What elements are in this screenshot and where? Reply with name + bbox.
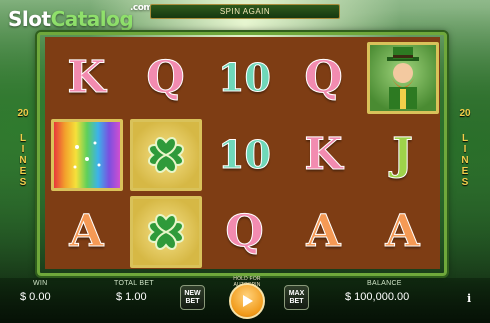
symbol-j: J xyxy=(392,129,414,181)
balance-value: $ 100,000.00 xyxy=(345,291,410,303)
total-bet-value: $ 1.00 xyxy=(116,291,147,303)
symbol-q: Q xyxy=(304,52,343,104)
clover-icon xyxy=(129,118,202,191)
reel-cell: Q xyxy=(284,39,363,116)
lines-indicator-right: 20 LINES xyxy=(456,108,474,188)
info-button[interactable]: i xyxy=(467,292,471,305)
symbol-k: K xyxy=(67,52,106,104)
win-label: WIN xyxy=(33,280,48,287)
spin-again-banner: SPIN AGAIN xyxy=(150,4,340,19)
reel-cell: 10 xyxy=(205,116,284,193)
balance-label: BALANCE xyxy=(367,280,402,287)
play-icon xyxy=(243,295,253,307)
reel-cell: Q xyxy=(126,39,205,116)
lines-indicator-left: 20 LINES xyxy=(14,108,32,188)
reel-grid: K Q 10 Q 10 K J A Q A A xyxy=(45,37,440,269)
reel-cell xyxy=(47,116,126,193)
reel-cell: J xyxy=(363,116,442,193)
symbol-q: Q xyxy=(225,206,264,258)
reel-cell xyxy=(126,193,205,270)
max-bet-button[interactable]: MAX BET xyxy=(284,285,309,310)
new-bet-button[interactable]: NEW BET xyxy=(180,285,205,310)
clover-icon xyxy=(129,195,202,268)
reel-cell: Q xyxy=(205,193,284,270)
reel-cell xyxy=(363,39,442,116)
win-value: $ 0.00 xyxy=(20,291,51,303)
reel-cell: 10 xyxy=(205,39,284,116)
total-bet-label: TOTAL BET xyxy=(114,280,154,287)
lines-label-right: LINES xyxy=(461,133,469,188)
reel-cell: K xyxy=(284,116,363,193)
reel-cell: A xyxy=(47,193,126,270)
symbol-a: A xyxy=(306,206,341,258)
lines-label-left: LINES xyxy=(19,133,27,188)
symbol-10: 10 xyxy=(218,55,272,101)
spin-button[interactable] xyxy=(229,283,265,319)
symbol-10: 10 xyxy=(218,132,272,178)
game-stage: SlotCatalog .com SPIN AGAIN 20 LINES 20 … xyxy=(0,0,490,323)
symbol-a: A xyxy=(69,206,104,258)
reel-cell: A xyxy=(363,193,442,270)
reel-cell xyxy=(126,116,205,193)
symbol-a: A xyxy=(385,206,420,258)
symbol-q: Q xyxy=(146,52,185,104)
reel-cell: A xyxy=(284,193,363,270)
reel-cell: K xyxy=(47,39,126,116)
leprechaun-icon xyxy=(366,41,439,114)
rainbow-icon xyxy=(50,118,123,191)
symbol-k: K xyxy=(304,129,343,181)
